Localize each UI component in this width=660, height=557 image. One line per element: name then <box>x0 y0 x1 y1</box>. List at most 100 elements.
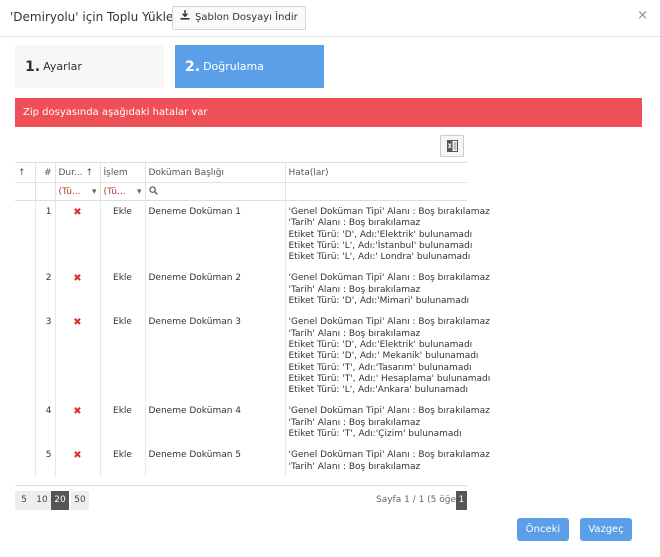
page-size-10[interactable]: 10 <box>33 491 51 510</box>
errors-column-header[interactable]: Hata(lar) <box>285 163 467 183</box>
error-line: Etiket Türü: 'L', Adı:'Ankara' bulunamad… <box>288 385 469 396</box>
table-row[interactable]: 3 ✖ Ekle Deneme Doküman 3 'Genel Doküman Tip… <box>15 311 491 401</box>
error-line: 'Genel Doküman Tipi' Alanı : Boş bırakıl… <box>288 317 490 328</box>
error-alert: Zip dosyasında aşağıdaki hatalar var <box>15 98 642 127</box>
dialog-header: 'Demiryolu' için Toplu Yükleme Şablon Do… <box>0 0 660 37</box>
chevron-down-icon: ▾ <box>136 186 142 197</box>
download-icon <box>180 7 190 29</box>
row-number: 4 <box>35 400 56 445</box>
download-template-button[interactable]: Şablon Dosyayı İndir <box>172 6 306 30</box>
row-title: Deneme Doküman 2 <box>145 267 286 312</box>
dialog-title: 'Demiryolu' için Toplu Yükleme <box>10 10 193 24</box>
error-line: Etiket Türü: 'T', Adı:'Tasarım' bulunama… <box>288 362 472 373</box>
step-label: Ayarlar <box>43 60 82 73</box>
row-spacer-cell <box>15 444 36 477</box>
row-number: 1 <box>35 200 56 268</box>
error-line: 'Genel Doküman Tipi' Alanı : Boş bırakıl… <box>288 207 490 217</box>
error-x-icon: ✖ <box>73 273 82 285</box>
error-line: 'Tarih' Alanı : Boş bırakılamaz <box>288 461 421 472</box>
error-line: 'Genel Doküman Tipi' Alanı : Boş bırakıl… <box>288 406 490 417</box>
page-info: Sayfa 1 / 1 (5 öğe) <box>376 495 460 505</box>
row-action: Ekle <box>100 200 146 268</box>
title-search-input[interactable] <box>145 182 286 201</box>
row-title: Deneme Doküman 3 <box>145 311 286 401</box>
status-column-header[interactable]: Dur... ↑ <box>55 163 101 183</box>
error-line: Etiket Türü: 'L', Adı:' Londra' bulunama… <box>288 252 471 263</box>
action-filter-select[interactable]: (Tü... ▾ <box>100 182 146 201</box>
row-spacer-cell <box>15 200 36 268</box>
row-status-cell: ✖ <box>55 311 101 401</box>
action-filter-value: (Tü... <box>103 186 126 197</box>
error-line: 'Tarih' Alanı : Boş bırakılamaz <box>288 417 421 428</box>
previous-button[interactable]: Önceki <box>517 518 569 541</box>
error-line: Etiket Türü: 'T', Adı:'Çizim' bulunamadı <box>288 429 462 440</box>
step-validation[interactable]: 2. Doğrulama <box>175 45 324 88</box>
error-line: 'Tarih' Alanı : Boş bırakılamaz <box>288 218 421 229</box>
table-row[interactable]: 1 ✖ Ekle Deneme Doküman 1 'Genel Doküman Tip… <box>15 200 490 268</box>
table-row[interactable]: 2 ✖ Ekle Deneme Doküman 2 'Genel Doküman Tip… <box>15 267 490 312</box>
row-spacer-cell <box>15 267 36 312</box>
row-title: Deneme Doküman 5 <box>145 444 286 477</box>
row-number-header: # <box>35 163 56 183</box>
step-settings[interactable]: 1. Ayarlar <box>15 45 164 88</box>
sort-column-header[interactable]: ↑ <box>15 163 36 183</box>
row-action: Ekle <box>100 267 146 312</box>
error-line: Etiket Türü: 'T', Adı:' Hesaplama' bulun… <box>288 373 491 384</box>
page-size-5[interactable]: 5 <box>15 491 33 510</box>
table-row[interactable]: 4 ✖ Ekle Deneme Doküman 4 'Genel Doküman Tip… <box>15 400 490 445</box>
chevron-down-icon: ▾ <box>91 186 97 197</box>
error-line: 'Genel Doküman Tipi' Alanı : Boş bırakıl… <box>288 450 490 461</box>
row-number: 5 <box>35 444 56 477</box>
search-icon <box>148 185 158 198</box>
row-action: Ekle <box>100 311 146 401</box>
error-line: Etiket Türü: 'D', Adı:'Mimari' bulunamad… <box>288 296 470 307</box>
row-errors: 'Genel Doküman Tipi' Alanı : Boş bırakıl… <box>285 400 490 444</box>
error-line: Etiket Türü: 'L', Adı:'İstanbul' bulunam… <box>288 240 473 251</box>
filter-cell <box>15 182 36 201</box>
step-number: 2. <box>185 58 201 75</box>
step-number: 1. <box>25 58 41 75</box>
error-line: 'Genel Doküman Tipi' Alanı : Boş bırakıl… <box>288 273 490 284</box>
page-size-20[interactable]: 20 <box>51 491 69 510</box>
excel-icon <box>446 137 458 156</box>
error-line: 'Tarih' Alanı : Boş bırakılamaz <box>288 328 421 339</box>
status-filter-select[interactable]: (Tü... ▾ <box>55 182 101 201</box>
cancel-button[interactable]: Vazgeç <box>580 518 632 541</box>
row-errors: 'Genel Doküman Tipi' Alanı : Boş bırakıl… <box>285 311 491 400</box>
filter-cell <box>285 182 467 201</box>
row-title: Deneme Doküman 1 <box>145 200 286 268</box>
status-header-label: Dur... <box>58 167 83 178</box>
sort-ascending-icon: ↑ <box>85 167 94 178</box>
row-spacer-cell <box>15 400 36 445</box>
table-row[interactable]: 5 ✖ Ekle Deneme Doküman 5 'Genel Doküman Tip… <box>15 444 490 477</box>
error-line: Etiket Türü: 'D', Adı:' Mekanik' bulunam… <box>288 351 479 362</box>
action-column-header[interactable]: İşlem <box>100 163 146 183</box>
title-column-header[interactable]: Doküman Başlığı <box>145 163 286 183</box>
row-title: Deneme Doküman 4 <box>145 400 286 445</box>
page-size-50[interactable]: 50 <box>71 491 89 510</box>
row-action: Ekle <box>100 444 146 477</box>
error-x-icon: ✖ <box>73 450 82 462</box>
row-action: Ekle <box>100 400 146 445</box>
row-errors: 'Genel Doküman Tipi' Alanı : Boş bırakıl… <box>285 267 490 311</box>
error-x-icon: ✖ <box>73 317 82 329</box>
row-spacer-cell <box>15 311 36 401</box>
page-1-button[interactable]: 1 <box>456 491 467 510</box>
row-errors: 'Genel Doküman Tipi' Alanı : Boş bırakıl… <box>285 201 490 268</box>
export-excel-button[interactable] <box>440 135 464 157</box>
error-line: Etiket Türü: 'D', Adı:'Elektrik' bulunam… <box>288 339 473 350</box>
error-x-icon: ✖ <box>73 207 82 218</box>
error-x-icon: ✖ <box>73 406 82 418</box>
status-filter-value: (Tü... <box>58 186 81 197</box>
step-label: Doğrulama <box>203 60 264 73</box>
download-template-label: Şablon Dosyayı İndir <box>195 12 298 23</box>
row-status-cell: ✖ <box>55 267 101 312</box>
close-icon[interactable]: × <box>637 8 648 23</box>
row-status-cell: ✖ <box>55 200 101 268</box>
row-status-cell: ✖ <box>55 444 101 477</box>
row-status-cell: ✖ <box>55 400 101 445</box>
row-errors: 'Genel Doküman Tipi' Alanı : Boş bırakıl… <box>285 444 490 477</box>
validation-grid: ↑ # Dur... ↑ İşlem Doküman Başlığı Hata(… <box>15 162 491 486</box>
filter-cell <box>35 182 56 201</box>
error-line: 'Tarih' Alanı : Boş bırakılamaz <box>288 284 421 295</box>
